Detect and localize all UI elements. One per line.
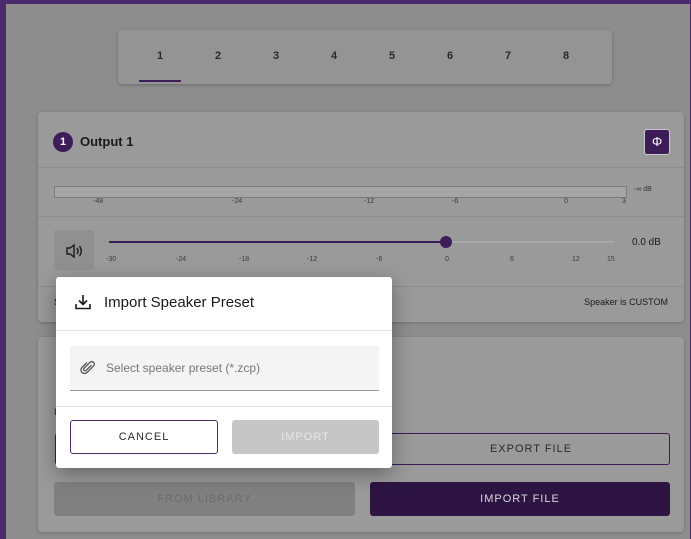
tab-3[interactable]: 3 (247, 30, 305, 84)
meter-tick-label: -6 (452, 198, 459, 205)
import-preset-dialog: Import Speaker Preset Select speaker pre… (56, 277, 392, 468)
meter-tick-label: 3 (622, 198, 626, 205)
slider-tick-label: 15 (607, 256, 615, 263)
slider-tick-label: 6 (510, 256, 514, 263)
output-card-header: 1 Output 1 Φ (38, 112, 684, 168)
level-meter (54, 186, 627, 198)
mute-button[interactable] (54, 230, 94, 270)
gain-slider-fill (109, 241, 446, 243)
meter-tick-label: -48 (93, 198, 104, 205)
slider-tick-label: -6 (376, 256, 383, 263)
paperclip-icon (80, 360, 95, 375)
slider-tick-label: 0 (445, 256, 449, 263)
download-icon (75, 295, 91, 310)
export-file-label: EXPORT FILE (489, 443, 573, 455)
tab-7[interactable]: 7 (479, 30, 537, 84)
dialog-title: Import Speaker Preset (104, 294, 255, 311)
dialog-header: Import Speaker Preset (56, 277, 392, 331)
slider-tick-label: -30 (106, 256, 117, 263)
output-number-badge: 1 (53, 132, 73, 152)
import-button[interactable]: IMPORT (232, 420, 379, 454)
tab-6[interactable]: 6 (421, 30, 479, 84)
gain-value: 0.0 dB (632, 237, 661, 248)
tab-5[interactable]: 5 (363, 30, 421, 84)
slider-tick-label: -24 (176, 256, 187, 263)
preset-file-input[interactable]: Select speaker preset (*.zcp) (70, 346, 379, 391)
phase-invert-button[interactable]: Φ (644, 129, 670, 155)
file-input-placeholder: Select speaker preset (*.zcp) (106, 361, 261, 375)
output-tab-bar: 1 2 3 4 5 6 7 8 (118, 30, 612, 84)
tab-4[interactable]: 4 (305, 30, 363, 84)
gain-slider-thumb[interactable] (440, 236, 452, 248)
dialog-divider (56, 406, 392, 407)
meter-db-readout: -∞ dB (634, 186, 652, 193)
slider-tick-label: -18 (239, 256, 250, 263)
slider-tick-label: 12 (572, 256, 580, 263)
divider (38, 216, 684, 217)
meter-tick-label: -12 (364, 198, 375, 205)
import-file-button[interactable]: IMPORT FILE (370, 482, 670, 516)
output-title: Output 1 (80, 134, 134, 149)
meter-tick-label: 0 (564, 198, 568, 205)
meter-tick-label: -24 (232, 198, 243, 205)
slider-tick-label: -12 (307, 256, 318, 263)
tab-1[interactable]: 1 (131, 30, 189, 84)
tab-2[interactable]: 2 (189, 30, 247, 84)
speaker-status: Speaker is CUSTOM (584, 297, 668, 307)
cancel-button[interactable]: CANCEL (70, 420, 218, 454)
tab-8[interactable]: 8 (537, 30, 595, 84)
from-library-button[interactable]: FROM LIBRARY (54, 482, 355, 516)
gain-slider[interactable] (109, 236, 614, 248)
speaker-icon (66, 243, 82, 259)
